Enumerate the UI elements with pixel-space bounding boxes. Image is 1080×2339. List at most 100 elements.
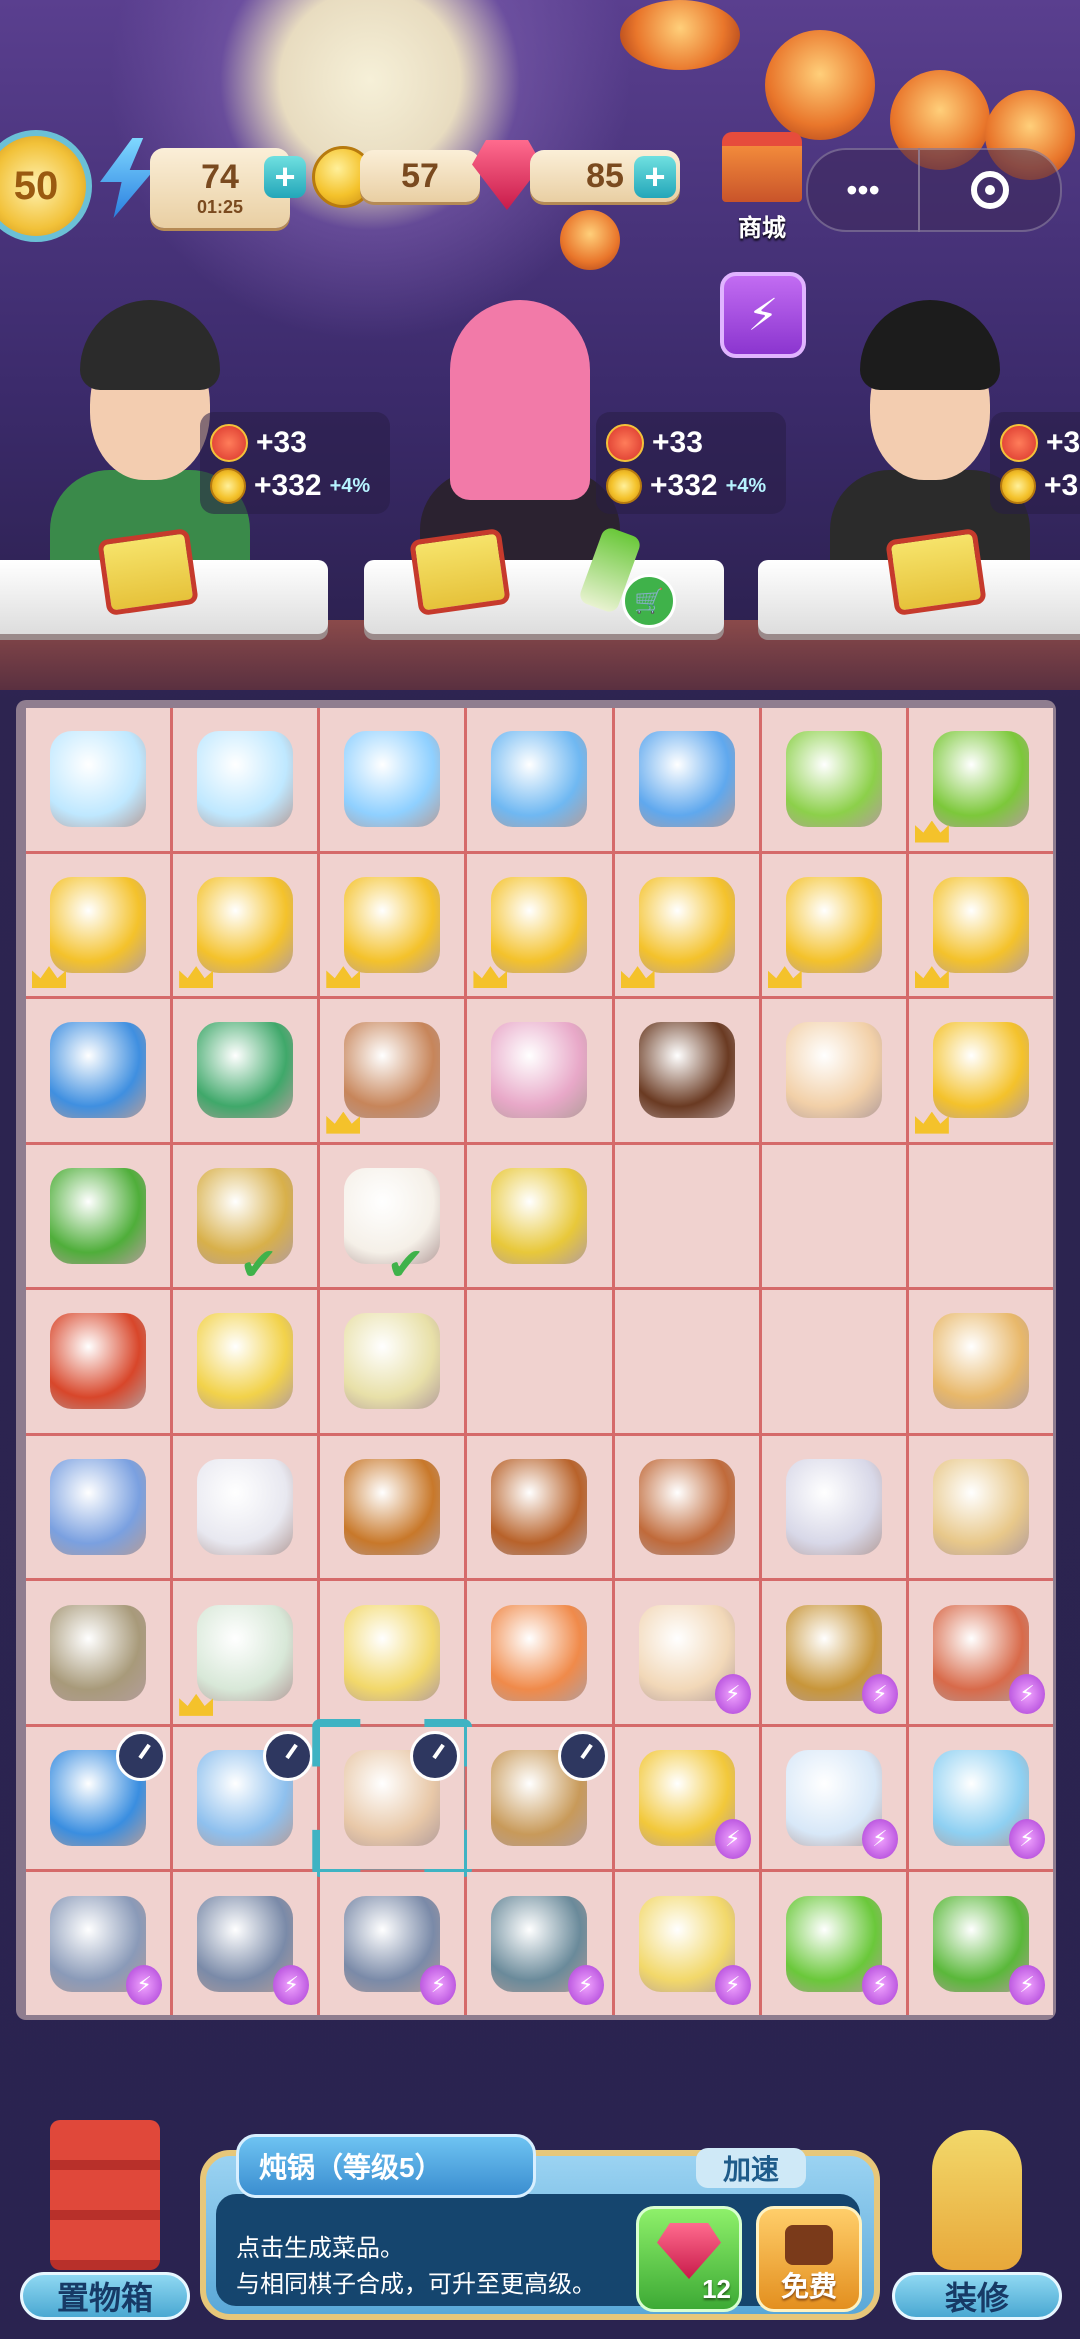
board-cell[interactable] <box>467 708 612 851</box>
board-cell[interactable]: ✔ <box>173 1144 318 1288</box>
board-cell[interactable] <box>908 1144 1053 1288</box>
board-cell[interactable] <box>467 999 612 1142</box>
board-cell[interactable]: ⚡ <box>908 1581 1053 1724</box>
board-cell[interactable] <box>320 853 465 997</box>
board-cell[interactable] <box>173 999 318 1142</box>
cake-slice-icon[interactable] <box>197 1313 294 1410</box>
board-cell[interactable] <box>173 1581 318 1724</box>
ice-cooler-icon[interactable] <box>638 731 735 828</box>
gem-speed-up-button[interactable]: 12 <box>636 2206 742 2312</box>
board-cell[interactable]: ⚡ <box>761 1872 906 2015</box>
green-orb-icon[interactable] <box>197 1022 294 1119</box>
ice-cube-icon[interactable] <box>50 731 147 828</box>
board-cell[interactable] <box>908 708 1053 851</box>
okra-icon[interactable] <box>50 1167 147 1264</box>
coin-stack-icon[interactable] <box>344 876 441 973</box>
board-cell[interactable] <box>908 1290 1053 1433</box>
coin-stack-icon[interactable] <box>638 876 735 973</box>
board-cell[interactable] <box>614 999 759 1142</box>
tea-set-icon[interactable] <box>197 1604 294 1701</box>
cart-icon[interactable]: 🛒 <box>622 574 676 628</box>
roast-chicken-icon[interactable] <box>344 1459 441 1556</box>
shop-button[interactable]: 商城 <box>712 132 812 242</box>
coin-stack-icon[interactable] <box>785 876 882 973</box>
coin-stack-icon[interactable] <box>50 876 147 973</box>
board-cell[interactable] <box>173 708 318 851</box>
board-cell[interactable] <box>320 1581 465 1724</box>
board-cell[interactable] <box>320 1727 464 1870</box>
coin-stack-icon[interactable] <box>932 876 1029 973</box>
board-cell[interactable] <box>467 1726 612 1870</box>
burrito-icon[interactable] <box>932 1459 1029 1556</box>
ice-cream-cone-icon[interactable] <box>785 1022 882 1119</box>
peach-icon[interactable] <box>491 1604 588 1701</box>
soup-bowl-icon[interactable] <box>344 1604 441 1701</box>
layer-cake-icon[interactable] <box>344 1313 441 1410</box>
board-cell[interactable]: ⚡ <box>320 1872 465 2015</box>
board-cell[interactable] <box>614 1144 759 1288</box>
oyster-plate-icon[interactable] <box>50 1604 147 1701</box>
board-cell[interactable] <box>467 1435 612 1579</box>
board-cell[interactable] <box>908 853 1053 997</box>
board-cell[interactable] <box>26 1144 171 1288</box>
board-cell[interactable]: ✔ <box>320 1144 465 1288</box>
board-cell[interactable] <box>761 1290 906 1433</box>
board-cell[interactable] <box>26 708 171 851</box>
board-cell[interactable] <box>761 1144 906 1288</box>
more-menu-button[interactable]: ••• <box>806 148 920 232</box>
board-cell[interactable] <box>173 1726 318 1870</box>
board-cell[interactable]: ⚡ <box>173 1872 318 2015</box>
board-cell[interactable] <box>320 999 465 1142</box>
dessert-bowl-icon[interactable] <box>344 1022 441 1119</box>
juicer-icon[interactable] <box>785 731 882 828</box>
roast-meat-icon[interactable] <box>491 1459 588 1556</box>
board-cell[interactable] <box>761 853 906 997</box>
board-cell[interactable] <box>614 708 759 851</box>
board-cell[interactable] <box>467 1144 612 1288</box>
chocolate-sundae-icon[interactable] <box>638 1022 735 1119</box>
free-speed-up-button[interactable]: 免费 <box>756 2206 862 2312</box>
board-cell[interactable] <box>26 1726 171 1870</box>
ice-bowl-icon[interactable] <box>344 731 441 828</box>
board-cell[interactable] <box>26 1581 171 1724</box>
board-cell[interactable]: ⚡ <box>908 1872 1053 2015</box>
lime-icon[interactable] <box>932 731 1029 828</box>
teapot-icon[interactable] <box>50 1459 147 1556</box>
fruit-bowl-icon[interactable] <box>491 1022 588 1119</box>
sliced-roast-icon[interactable] <box>638 1459 735 1556</box>
tea-bowl-icon[interactable] <box>197 1459 294 1556</box>
board-cell[interactable] <box>320 708 465 851</box>
board-cell[interactable] <box>320 1290 465 1433</box>
coin-stack-icon[interactable] <box>932 1022 1029 1119</box>
blue-orb-icon[interactable] <box>50 1022 147 1119</box>
board-cell[interactable]: ⚡ <box>761 1581 906 1724</box>
board-cell[interactable] <box>173 853 318 997</box>
board-cell[interactable] <box>908 1435 1053 1579</box>
energy-boost-button[interactable]: ⚡ <box>720 272 806 358</box>
decorate-button[interactable]: 装修 <box>892 2120 1062 2320</box>
board-cell[interactable]: ⚡ <box>26 1872 171 2015</box>
board-cell[interactable] <box>173 1435 318 1579</box>
board-cell[interactable] <box>467 1581 612 1724</box>
board-cell[interactable] <box>761 708 906 851</box>
close-target-button[interactable] <box>918 148 1062 232</box>
board-cell[interactable]: ⚡ <box>908 1726 1053 1870</box>
board-cell[interactable] <box>26 1435 171 1579</box>
board-cell[interactable] <box>761 999 906 1142</box>
board-cell[interactable] <box>761 1435 906 1579</box>
board-cell[interactable] <box>26 1290 171 1433</box>
board-cell[interactable] <box>26 853 171 997</box>
board-cell[interactable] <box>26 999 171 1142</box>
board-cell[interactable] <box>614 1435 759 1579</box>
board-cell[interactable] <box>467 853 612 997</box>
board-cell[interactable]: ⚡ <box>614 1726 759 1870</box>
board-cell[interactable] <box>467 1290 612 1433</box>
board-cell[interactable]: ⚡ <box>761 1726 906 1870</box>
ice-bucket-icon[interactable] <box>491 731 588 828</box>
board-cell[interactable]: ⚡ <box>614 1872 759 2015</box>
board-cell[interactable] <box>614 1290 759 1433</box>
energy-plus-button[interactable]: + <box>264 156 306 198</box>
board-cell[interactable]: ⚡ <box>614 1581 759 1724</box>
crayfish-dish-icon[interactable] <box>50 1313 147 1410</box>
gem-plus-button[interactable]: + <box>634 156 676 198</box>
